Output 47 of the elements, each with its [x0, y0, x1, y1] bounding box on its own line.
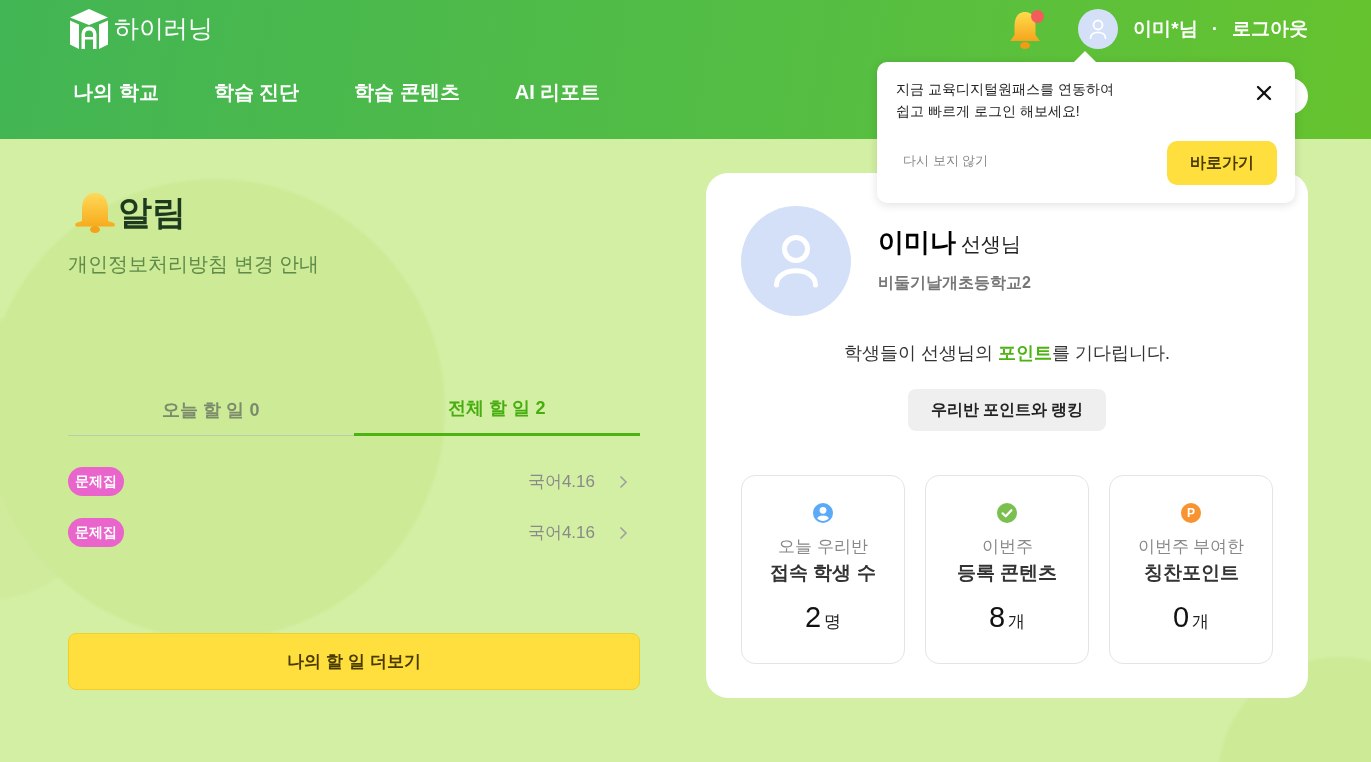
- nav-menu-item[interactable]: AI 리포트: [514, 77, 601, 107]
- stat-unit: 개: [1192, 611, 1210, 633]
- points-icon: P: [1181, 503, 1201, 523]
- person-icon: [813, 503, 833, 523]
- popover-message: 지금 교육디지털원패스를 연동하여 쉽고 빠르게 로그인 해보세요!: [896, 80, 1114, 121]
- close-icon[interactable]: [1256, 85, 1272, 101]
- separator: ·: [1211, 16, 1218, 41]
- stat-title: 접속 학생 수: [769, 561, 877, 585]
- stat-title: 등록 콘텐츠: [955, 561, 1059, 585]
- category-tag: 문제집: [68, 467, 124, 496]
- stat-label: 오늘 우리반: [777, 536, 869, 558]
- logout-link[interactable]: 로그아웃: [1232, 14, 1308, 44]
- task-subject: 국어4.16: [527, 521, 595, 544]
- category-tag: 문제집: [68, 518, 124, 547]
- user-name: 이미*님: [1133, 16, 1198, 41]
- stat-value: 0: [1172, 600, 1190, 635]
- stat-label: 이번주 부여한: [1136, 536, 1246, 558]
- teacher-name: 이미나: [878, 226, 956, 259]
- bell-icon: [72, 190, 118, 234]
- todo-tab[interactable]: 오늘 할 일 0: [68, 385, 354, 436]
- nav-menu-item[interactable]: 학습 콘텐츠: [354, 77, 460, 107]
- nav-menu-item[interactable]: 학습 진단: [213, 77, 300, 107]
- stat-unit: 명: [824, 611, 842, 633]
- check-circle-icon: [997, 503, 1017, 523]
- stat-label: 이번주: [980, 536, 1034, 558]
- stat-value: 8: [988, 600, 1006, 635]
- logo-link[interactable]: 하이러닝: [70, 9, 212, 49]
- more-todos-button[interactable]: 나의 할 일 더보기: [68, 633, 640, 690]
- notice-text: 개인정보처리방침 변경 안내: [68, 252, 321, 277]
- chevron-right-icon[interactable]: [619, 525, 628, 540]
- stat-value: 2: [804, 600, 822, 635]
- teacher-role: 선생님: [961, 232, 1021, 257]
- stat-title: 칭찬포인트: [1142, 561, 1240, 585]
- notice-title: 알림: [118, 192, 186, 233]
- user-avatar-icon[interactable]: [1078, 9, 1119, 49]
- profile-avatar-icon: [741, 206, 851, 316]
- task-subject: 국어4.16: [527, 470, 595, 493]
- dont-show-again-button[interactable]: 다시 보지 않기: [903, 151, 989, 171]
- points-message: 학생들이 선생님의 포인트를 기다립니다.: [843, 342, 1171, 365]
- chevron-right-icon[interactable]: [619, 474, 628, 489]
- school-name: 비둘기날개초등학교2: [878, 273, 1031, 293]
- class-ranking-button[interactable]: 우리반 포인트와 랭킹: [908, 389, 1106, 431]
- nav-menu-item[interactable]: 나의 학교: [73, 77, 159, 107]
- stat-unit: 개: [1008, 611, 1026, 633]
- todo-tab[interactable]: 전체 할 일 2: [354, 383, 640, 436]
- go-now-button[interactable]: 바로가기: [1167, 141, 1277, 185]
- house-logo-icon: [70, 9, 108, 49]
